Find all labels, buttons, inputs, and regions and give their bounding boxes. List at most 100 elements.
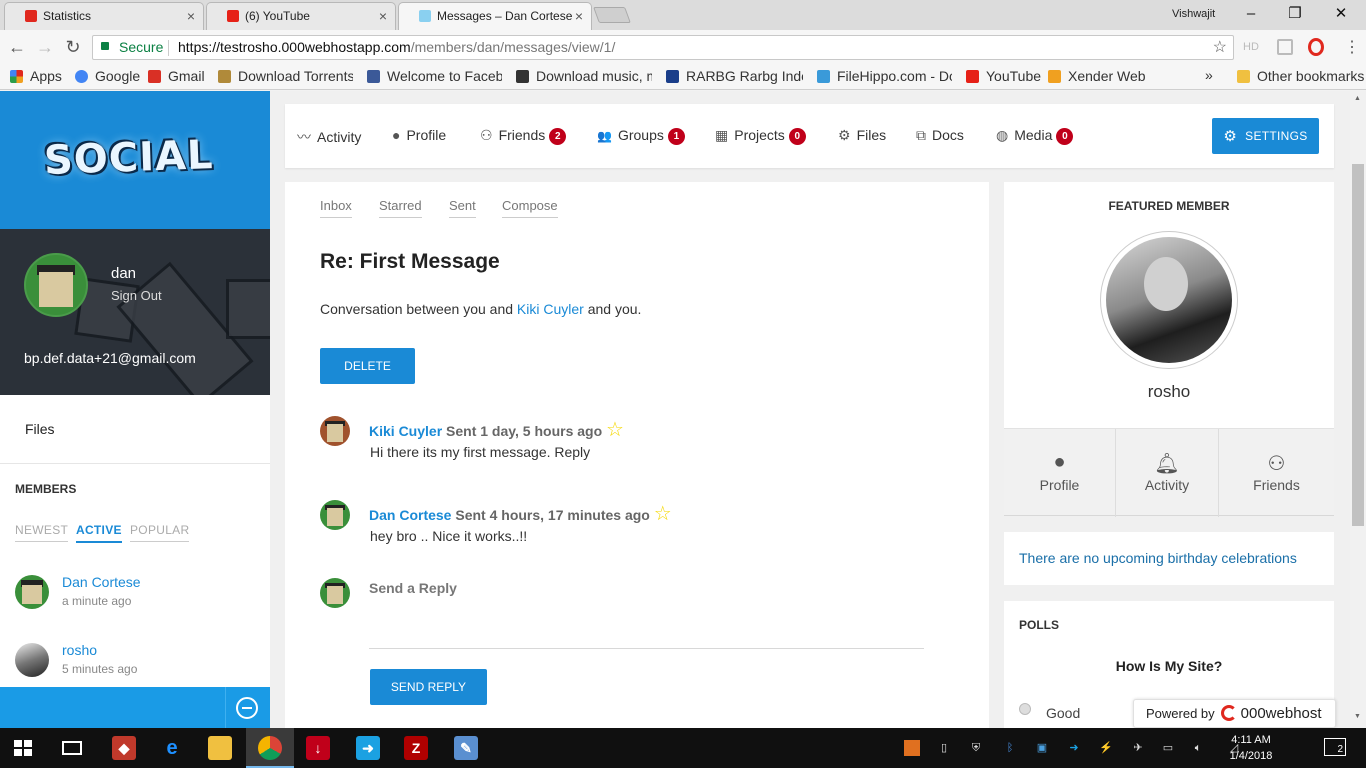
scrollbar-thumb[interactable] xyxy=(1352,164,1364,526)
sender-name[interactable]: Kiki Cuyler xyxy=(369,423,442,439)
app-icon[interactable]: ◆ xyxy=(112,736,136,760)
powered-by-badge[interactable]: Powered by 000webhost xyxy=(1133,699,1336,728)
star-icon[interactable]: ☆ xyxy=(654,503,672,525)
battery-icon[interactable]: ▭ xyxy=(1160,740,1176,756)
close-tab-icon[interactable]: × xyxy=(379,3,387,29)
tab-sent[interactable]: Sent xyxy=(449,198,476,218)
scroll-down-icon[interactable]: ▼ xyxy=(1354,713,1361,720)
poll-option-label[interactable]: Good xyxy=(1046,705,1080,721)
page-scrollbar[interactable]: ▲ ▼ xyxy=(1350,91,1366,728)
edge-icon[interactable]: e xyxy=(160,736,184,760)
sign-out-link[interactable]: Sign Out xyxy=(111,288,162,303)
more-bookmarks-chevron-icon[interactable]: » xyxy=(1205,67,1213,84)
bookmark-xender[interactable]: Xender Web xyxy=(1048,68,1146,85)
windows-start-icon[interactable] xyxy=(14,740,32,756)
system-clock[interactable]: 4:11 AM 1/4/2018 xyxy=(1223,732,1279,764)
member-avatar[interactable] xyxy=(15,575,49,609)
nav-activity[interactable]: 〰 Activity xyxy=(297,127,361,147)
participant-link[interactable]: Kiki Cuyler xyxy=(517,301,584,317)
tray-icon[interactable]: ▯ xyxy=(936,740,952,756)
site-logo[interactable]: SOCIAL xyxy=(43,132,214,184)
minimize-icon[interactable]: – xyxy=(1228,0,1274,30)
nav-docs[interactable]: ⧉ Docs xyxy=(916,127,964,144)
opera-icon[interactable] xyxy=(1308,38,1324,56)
bookmark-gmail[interactable]: Gmail xyxy=(148,68,205,85)
tray-icon[interactable]: ➜ xyxy=(1066,740,1082,756)
minimize-circle-icon[interactable] xyxy=(236,697,258,719)
files-link[interactable]: Files xyxy=(25,421,55,437)
shield-icon[interactable]: ⛨ xyxy=(968,740,984,756)
tray-icon[interactable]: ⚡ xyxy=(1098,740,1114,756)
file-explorer-icon[interactable] xyxy=(208,736,232,760)
forward-icon[interactable]: → xyxy=(34,36,56,58)
star-icon[interactable]: ☆ xyxy=(606,419,624,441)
members-tab-popular[interactable]: POPULAR xyxy=(130,523,190,542)
network-icon[interactable]: ✈ xyxy=(1130,740,1146,756)
paint-icon[interactable]: ✎ xyxy=(454,736,478,760)
user-name[interactable]: dan xyxy=(111,265,136,282)
tray-icon[interactable]: ▣ xyxy=(1034,740,1050,756)
nav-groups[interactable]: 👥 Groups 1 xyxy=(597,127,685,145)
featured-profile-button[interactable]: ● Profile xyxy=(1004,429,1116,517)
featured-friends-button[interactable]: ⚇ Friends xyxy=(1219,429,1334,517)
url-text[interactable]: https://testrosho.000webhostapp.com/memb… xyxy=(178,36,615,59)
bookmark-torrents[interactable]: Download Torrents. F xyxy=(218,68,353,85)
poll-option-radio[interactable] xyxy=(1019,703,1031,715)
members-tab-active[interactable]: ACTIVE xyxy=(76,523,122,543)
close-tab-icon[interactable]: × xyxy=(575,3,583,29)
bookmark-music[interactable]: Download music, mo xyxy=(516,68,652,85)
nav-projects[interactable]: ▦ Projects 0 xyxy=(715,127,806,145)
bookmark-filehippo[interactable]: FileHippo.com - Dow xyxy=(817,68,952,85)
tab-inbox[interactable]: Inbox xyxy=(320,198,352,218)
transfer-app-icon[interactable]: ➜ xyxy=(356,736,380,760)
close-window-icon[interactable]: ✕ xyxy=(1318,0,1364,30)
menu-icon[interactable]: ⋮ xyxy=(1344,37,1360,57)
featured-activity-button[interactable]: 🔔︎ Activity xyxy=(1116,429,1219,517)
member-avatar[interactable] xyxy=(15,643,49,677)
bookmark-apps[interactable]: Apps xyxy=(10,68,62,85)
member-name[interactable]: Dan Cortese xyxy=(62,574,141,590)
bluetooth-icon[interactable]: ᛒ xyxy=(1002,740,1018,756)
new-tab-button[interactable] xyxy=(593,7,631,23)
site-logo-area[interactable]: SOCIAL xyxy=(0,91,270,229)
sender-avatar[interactable] xyxy=(320,500,350,530)
hd-extension[interactable]: HD xyxy=(1243,41,1259,53)
tray-icon[interactable] xyxy=(904,740,920,756)
members-tab-newest[interactable]: NEWEST xyxy=(15,523,69,542)
featured-name[interactable]: rosho xyxy=(1004,382,1334,402)
featured-avatar[interactable] xyxy=(1100,231,1238,369)
tab-statistics[interactable]: Statistics × xyxy=(4,2,204,30)
task-view-icon[interactable] xyxy=(62,741,82,755)
bookmark-google[interactable]: Google xyxy=(75,68,140,85)
bookmark-facebook[interactable]: Welcome to Faceboo xyxy=(367,68,502,85)
delete-button[interactable]: DELETE xyxy=(320,348,415,384)
chrome-taskbar-item[interactable] xyxy=(246,728,294,768)
back-icon[interactable]: ← xyxy=(6,36,28,58)
bookmark-star-icon[interactable]: ☆ xyxy=(1213,36,1227,59)
volume-icon[interactable]: 🔈︎ xyxy=(1190,740,1206,756)
member-name[interactable]: rosho xyxy=(62,642,97,658)
profile-name[interactable]: Vishwajit xyxy=(1172,8,1215,20)
user-avatar[interactable] xyxy=(24,253,88,317)
close-tab-icon[interactable]: × xyxy=(187,3,195,29)
reload-icon[interactable]: ↻ xyxy=(62,36,84,58)
address-bar[interactable]: Secure https://testrosho.000webhostapp.c… xyxy=(92,35,1234,60)
bookmark-rarbg[interactable]: RARBG Rarbg Index p xyxy=(666,68,803,85)
settings-button[interactable]: ⚙ SETTINGS xyxy=(1212,118,1319,154)
send-reply-button[interactable]: SEND REPLY xyxy=(370,669,487,705)
scroll-up-icon[interactable]: ▲ xyxy=(1354,95,1361,102)
sender-name[interactable]: Dan Cortese xyxy=(369,507,451,523)
notification-center-icon[interactable]: 2 xyxy=(1324,738,1346,756)
sender-avatar[interactable] xyxy=(320,416,350,446)
cast-icon[interactable] xyxy=(1277,39,1293,55)
nav-media[interactable]: ◍ Media 0 xyxy=(996,127,1074,145)
tab-starred[interactable]: Starred xyxy=(379,198,422,218)
downloader-icon[interactable]: ↓ xyxy=(306,736,330,760)
reply-textarea[interactable] xyxy=(369,602,924,648)
nav-profile[interactable]: ● Profile xyxy=(392,127,446,143)
bookmark-other[interactable]: Other bookmarks xyxy=(1237,68,1364,85)
tab-messages[interactable]: Messages – Dan Cortese × xyxy=(398,2,592,30)
tab-youtube[interactable]: (6) YouTube × xyxy=(206,2,396,30)
restore-icon[interactable]: ❐ xyxy=(1272,0,1318,30)
nav-files[interactable]: ⚙ Files xyxy=(838,127,886,144)
